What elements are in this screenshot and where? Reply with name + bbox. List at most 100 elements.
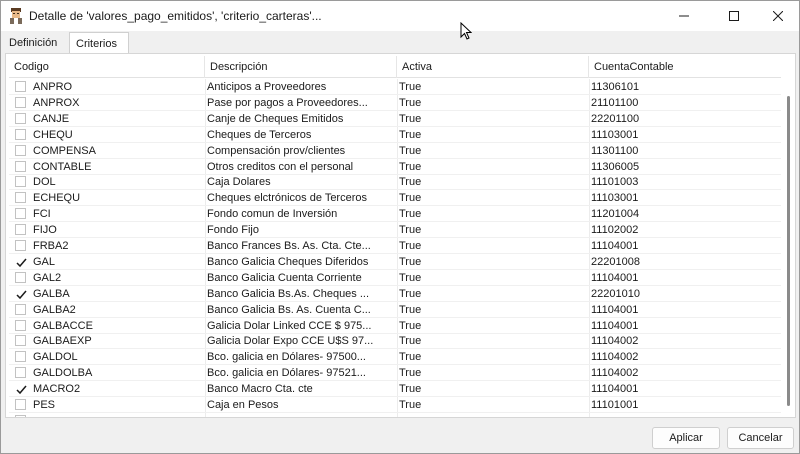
dialog-window: Detalle de 'valores_pago_emitidos', 'cri…	[0, 0, 800, 454]
cell-cuenta-contable	[591, 413, 771, 417]
row-checkbox[interactable]	[15, 208, 26, 220]
table-row[interactable]: DOL Caja Dolares True 11101003	[9, 174, 781, 191]
cell-activa: True	[399, 96, 422, 109]
cell-descripcion: Banco Galicia Bs. As. Cuenta C...	[207, 303, 371, 316]
table-row[interactable]: GAL2 Banco Galicia Cuenta Corriente True 11…	[9, 270, 781, 286]
close-button[interactable]	[755, 1, 800, 31]
cell-codigo: PES	[33, 399, 56, 411]
mouse-cursor-icon	[460, 22, 472, 40]
column-header-descripcion[interactable]: Descripción	[205, 56, 397, 78]
cell-codigo: GALDOL	[33, 351, 78, 364]
minimize-button[interactable]	[661, 1, 707, 31]
row-checkbox[interactable]	[15, 81, 26, 92]
apply-button[interactable]: Aplicar	[652, 427, 720, 449]
vertical-scrollbar[interactable]	[783, 78, 795, 416]
table-row[interactable]: GALDOLBA Bco. galicia en Dólares- 97521..…	[9, 365, 781, 382]
row-checkbox[interactable]	[15, 335, 26, 347]
table-row[interactable]: ECHEQU Cheques elctrónicos de Terceros Tru…	[9, 190, 781, 207]
row-checkbox[interactable]	[15, 160, 26, 172]
cell-activa: True	[399, 112, 422, 125]
cell-cuenta-contable: 11104001	[591, 319, 639, 332]
row-checkbox[interactable]	[15, 287, 27, 299]
cell-activa: True	[399, 240, 422, 252]
table-row[interactable]: CHEQU Cheques de Terceros True 11103001	[9, 127, 781, 143]
cell-cuenta-contable: 21101100	[591, 96, 639, 109]
table-row[interactable]: MACRO2 Banco Macro Cta. cte True 11104001	[9, 381, 781, 398]
cell-descripcion: Banco Galicia Cuenta Corriente	[207, 271, 362, 284]
cell-activa: True	[399, 271, 422, 284]
column-header-activa[interactable]: Activa	[397, 56, 589, 78]
cell-cuenta-contable: 11301100	[591, 144, 639, 157]
cell-codigo: ECHEQU	[33, 192, 81, 205]
row-checkbox[interactable]	[15, 399, 26, 410]
cell-activa: True	[399, 160, 422, 173]
row-checkbox[interactable]	[15, 240, 26, 251]
cell-codigo: FIJO	[33, 224, 57, 237]
cancel-button[interactable]: Cancelar	[727, 427, 794, 449]
cell-activa: True	[399, 176, 422, 189]
row-checkbox[interactable]	[15, 96, 26, 108]
row-checkbox[interactable]	[15, 414, 26, 417]
table-row[interactable]: ANPROX Pase por pagos a Proveedores... Tru…	[9, 95, 781, 111]
cell-activa: True	[399, 351, 422, 364]
window-title: Detalle de 'valores_pago_emitidos', 'cri…	[29, 9, 322, 23]
cell-codigo: MACRO2	[33, 383, 81, 396]
row-checkbox[interactable]	[15, 271, 26, 283]
row-checkbox[interactable]	[15, 319, 26, 331]
table-row[interactable]: GALBA2 Banco Galicia Bs. As. Cuenta C... T…	[9, 302, 781, 318]
title-bar: Detalle de 'valores_pago_emitidos', 'cri…	[1, 1, 800, 40]
row-checkbox[interactable]	[15, 112, 26, 124]
row-checkbox[interactable]	[15, 176, 26, 188]
table-row[interactable]: GAL Banco Galicia Cheques Diferidos True 22…	[9, 254, 781, 270]
table-row[interactable]: GALBA Banco Galicia Bs.As. Cheques ... Tru…	[9, 286, 781, 302]
table-row[interactable]: FIJO Fondo Fijo True 11102002	[9, 222, 781, 239]
cell-activa: True	[399, 224, 422, 237]
close-icon	[773, 11, 783, 21]
cell-activa: True	[399, 144, 422, 157]
row-checkbox[interactable]	[15, 224, 26, 236]
criteria-grid: Codigo Descripción Activa CuentaContable…	[5, 53, 796, 418]
row-checkbox[interactable]	[15, 192, 26, 204]
cell-codigo: GALDOLBA	[33, 367, 93, 380]
row-checkbox[interactable]	[15, 255, 27, 267]
cell-codigo: COMPENSA	[33, 144, 96, 157]
cell-descripcion: Bco. galicia en Dólares- 97521...	[207, 367, 366, 380]
row-checkbox[interactable]	[15, 303, 26, 315]
maximize-button[interactable]	[711, 1, 757, 31]
table-row[interactable]: GALBAEXP Galicia Dolar Expo CCE U$S 97...…	[9, 333, 781, 350]
cell-activa: True	[399, 192, 422, 205]
table-row[interactable]: CONTABLE Otros creditos con el personal Tr…	[9, 159, 781, 175]
table-row[interactable]: ANPRO Anticipos a Proveedores True 11306101	[9, 79, 781, 95]
row-checkbox[interactable]	[15, 351, 26, 363]
table-row[interactable]: COMPENSA Compensación prov/clientes True 11…	[9, 143, 781, 159]
row-checkbox[interactable]	[15, 383, 27, 395]
table-row[interactable]: FRBA2 Banco Frances Bs. As. Cta. Cte... Tr…	[9, 238, 781, 254]
row-checkbox[interactable]	[15, 367, 26, 379]
cell-activa: True	[399, 319, 422, 332]
column-header-codigo[interactable]: Codigo	[9, 56, 205, 78]
table-row[interactable]: FCI Fondo comun de Inversión True 11201004	[9, 206, 781, 223]
row-checkbox[interactable]	[15, 128, 26, 140]
cell-codigo: GALBA2	[33, 303, 76, 316]
table-row[interactable]: PES Caja en Pesos True 11101001	[9, 397, 781, 413]
cell-activa: True	[399, 208, 422, 221]
tab-criterios[interactable]: Criterios	[69, 32, 129, 54]
cell-descripcion: Cheques de Terceros	[207, 128, 312, 141]
row-checkbox[interactable]	[15, 144, 26, 156]
cell-codigo: DOL	[33, 176, 56, 189]
column-header-cuenta-contable[interactable]: CuentaContable	[589, 56, 781, 78]
cell-activa: True	[399, 335, 422, 348]
cell-cuenta-contable: 11201004	[591, 208, 640, 221]
scrollbar-thumb[interactable]	[787, 96, 790, 406]
table-row[interactable]: GALDOL Bco. galicia en Dólares- 97500... T…	[9, 349, 781, 366]
table-row[interactable]: GALBACCE Galicia Dolar Linked CCE $ 975..…	[9, 318, 781, 334]
cell-codigo: CHEQU	[33, 128, 73, 141]
cell-cuenta-contable: 11104002	[591, 335, 639, 348]
cell-descripcion	[207, 413, 392, 417]
cell-codigo: GAL2	[33, 271, 62, 284]
cell-codigo: GALBA	[33, 287, 70, 300]
table-row[interactable]	[9, 413, 781, 417]
tab-definicion[interactable]: Definición	[3, 32, 71, 54]
cell-cuenta-contable: 11101001	[591, 399, 639, 411]
table-row[interactable]: CANJE Canje de Cheques Emitidos True 222011…	[9, 111, 781, 127]
